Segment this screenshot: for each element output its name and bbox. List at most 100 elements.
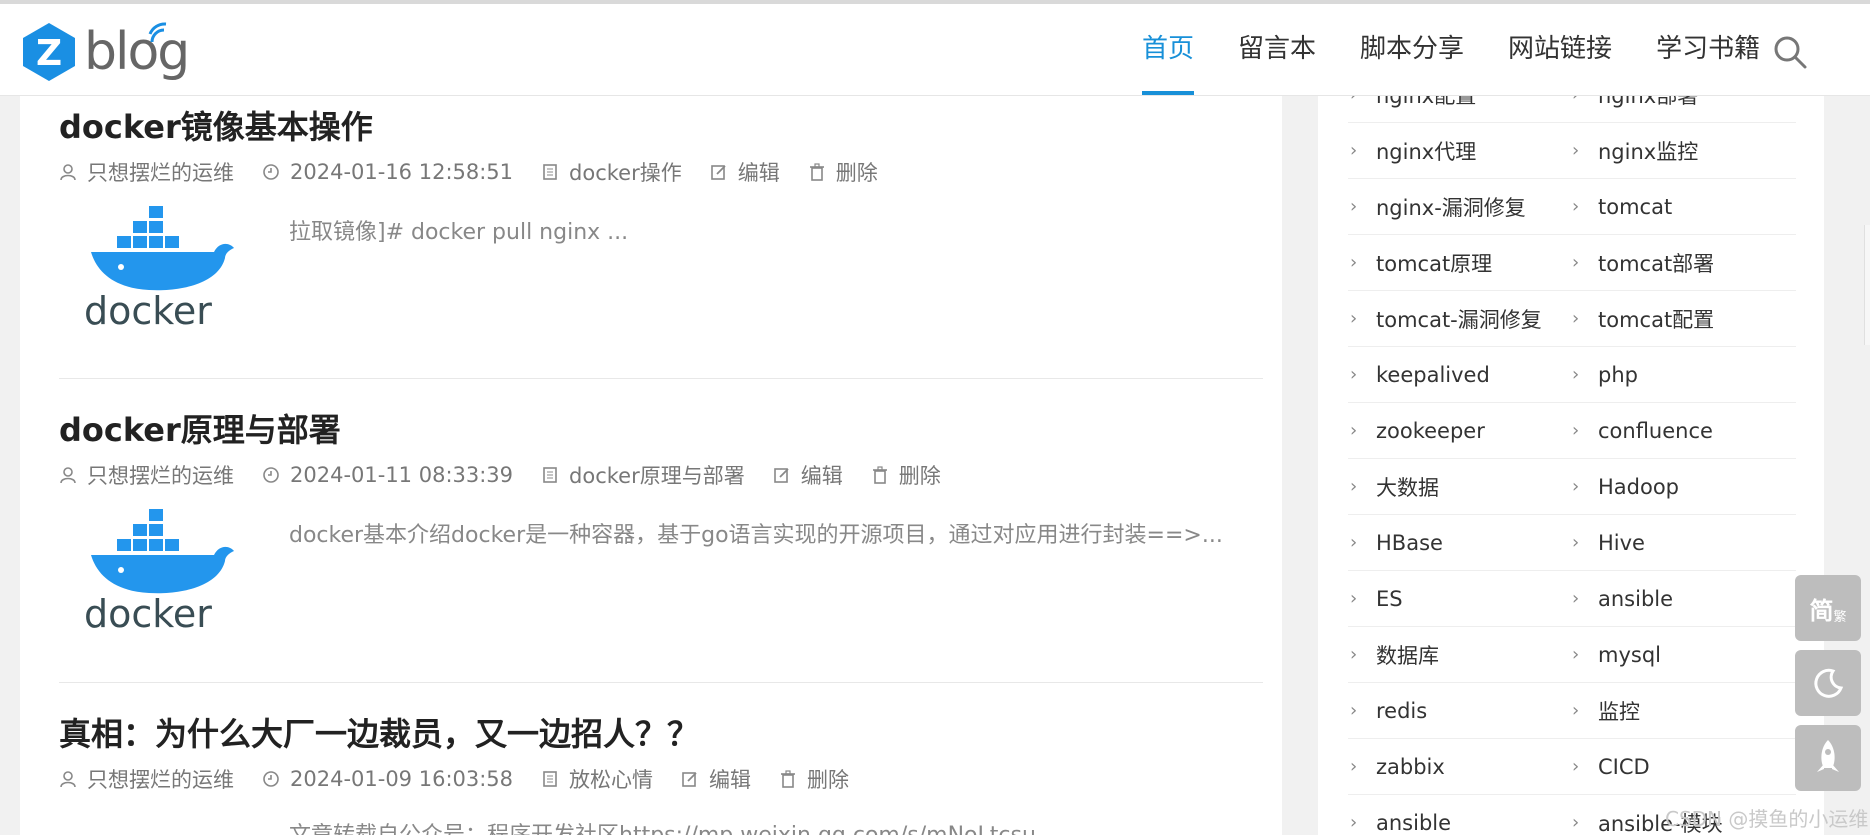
category-tag-link[interactable]: › php: [1570, 363, 1792, 387]
category-tag-link[interactable]: › tomcat配置: [1570, 304, 1792, 334]
category-tag-label: Hadoop: [1598, 474, 1680, 499]
category-tag-link[interactable]: › nginx-漏洞修复: [1348, 192, 1570, 222]
chevron-right-icon: ›: [1572, 95, 1584, 105]
nav-item-links[interactable]: 网站链接: [1508, 4, 1612, 95]
chevron-right-icon: ›: [1572, 420, 1580, 441]
language-toggle-button[interactable]: 简 繁: [1795, 575, 1861, 641]
category-tag-link[interactable]: › tomcat原理: [1348, 248, 1570, 278]
edit-icon: [710, 165, 726, 180]
post-delete-button[interactable]: 删除: [779, 764, 849, 794]
category-tag-label: redis: [1376, 698, 1428, 723]
chevron-right-icon: ›: [1350, 140, 1358, 161]
post-thumbnail[interactable]: docker: [69, 202, 259, 332]
category-tag-link[interactable]: › mysql: [1570, 643, 1792, 667]
nav-item-home[interactable]: 首页: [1142, 4, 1195, 95]
site-logo[interactable]: Z blog: [20, 16, 200, 88]
chevron-right-icon: ›: [1572, 532, 1580, 553]
scrollbar-edge[interactable]: [1864, 225, 1870, 345]
category-tag-link[interactable]: › 数据库: [1348, 640, 1570, 670]
category-tag-link[interactable]: › tomcat-漏洞修复: [1348, 304, 1570, 334]
post-list: docker镜像基本操作 只想摆烂的运维 2024-01-16 12:58:51…: [20, 95, 1282, 835]
post-thumbnail[interactable]: docker: [69, 505, 259, 635]
category-tag-link[interactable]: › confluence: [1570, 419, 1792, 443]
category-tag-label: CICD: [1598, 754, 1650, 779]
post-date: 2024-01-11 08:33:39: [262, 463, 513, 487]
post-author[interactable]: 只想摆烂的运维: [59, 764, 234, 794]
category-tag-link[interactable]: › ansible: [1348, 811, 1570, 835]
clock-icon: [263, 164, 279, 180]
category-tag-link[interactable]: › 监控: [1570, 696, 1792, 726]
category-tag-link[interactable]: › nginx配置: [1348, 95, 1570, 110]
chevron-right-icon: ›: [1350, 700, 1358, 721]
chevron-right-icon: ›: [1572, 140, 1580, 161]
back-to-top-button[interactable]: [1795, 725, 1861, 791]
edit-icon: [773, 468, 789, 483]
rocket-icon: [1817, 740, 1839, 772]
chevron-right-icon: ›: [1350, 532, 1358, 553]
category-tag-link[interactable]: › Hadoop: [1570, 475, 1792, 499]
post-delete-button[interactable]: 删除: [808, 157, 878, 187]
user-icon: [60, 771, 76, 788]
category-tag-link[interactable]: › nginx代理: [1348, 136, 1570, 166]
category-tag-label: 监控: [1598, 699, 1640, 724]
category-tag-link[interactable]: › CICD: [1570, 755, 1792, 779]
chevron-right-icon: ›: [1572, 476, 1580, 497]
category-tag-label: keepalived: [1376, 362, 1490, 387]
category-tag-label: php: [1598, 362, 1638, 387]
post-edit-button[interactable]: 编辑: [681, 764, 751, 794]
post-title[interactable]: 真相：为什么大厂一边裁员，又一边招人？？: [59, 714, 1263, 754]
category-tag-label: tomcat: [1598, 194, 1673, 219]
post-meta: 只想摆烂的运维 2024-01-16 12:58:51 docker操作 编辑 …: [59, 155, 1263, 189]
language-toggle-label: 简: [1809, 596, 1834, 625]
category-tag-label: tomcat部署: [1598, 251, 1715, 276]
category-tag-label: tomcat-漏洞修复: [1376, 307, 1542, 332]
post-author[interactable]: 只想摆烂的运维: [59, 157, 234, 187]
chevron-right-icon: ›: [1572, 252, 1580, 273]
site-header: Z blog 首页 留言本 脚本分享 网站链接 学习书籍: [0, 4, 1870, 96]
sidebar-category-panel: › nginx配置 › nginx部署 › nginx代理 › nginx监控 › nginx-漏…: [1318, 95, 1824, 835]
post-edit-button[interactable]: 编辑: [773, 460, 843, 490]
post-edit-button[interactable]: 编辑: [710, 157, 780, 187]
post-item: docker原理与部署 只想摆烂的运维 2024-01-11 08:33:39 …: [59, 410, 1263, 635]
post-category[interactable]: 放松心情: [541, 764, 653, 794]
document-icon: [543, 771, 557, 787]
category-tag-link[interactable]: › tomcat: [1570, 195, 1792, 219]
category-tag-link[interactable]: › redis: [1348, 699, 1570, 723]
search-icon[interactable]: [1772, 34, 1808, 70]
category-tag-link[interactable]: › tomcat部署: [1570, 248, 1792, 278]
post-meta: 只想摆烂的运维 2024-01-11 08:33:39 docker原理与部署 …: [59, 458, 1263, 492]
nav-item-books[interactable]: 学习书籍: [1656, 4, 1760, 95]
chevron-right-icon: ›: [1350, 476, 1358, 497]
post-summary: docker基本介绍docker是一种容器，基于go语言实现的开源项目，通过对应…: [289, 523, 1223, 548]
category-tag-link[interactable]: › keepalived: [1348, 363, 1570, 387]
category-tag-link[interactable]: › zookeeper: [1348, 419, 1570, 443]
category-tag-label: tomcat原理: [1376, 251, 1493, 276]
night-mode-button[interactable]: [1795, 650, 1861, 716]
thumb-label: docker: [84, 592, 212, 635]
category-tag-link[interactable]: › ES: [1348, 587, 1570, 611]
thumb-label: docker: [84, 289, 212, 332]
nav-item-scripts[interactable]: 脚本分享: [1360, 4, 1464, 95]
category-tag-link[interactable]: › nginx部署: [1570, 95, 1792, 110]
main-nav: 首页 留言本 脚本分享 网站链接 学习书籍: [1120, 4, 1782, 95]
category-tag-link[interactable]: › nginx监控: [1570, 136, 1792, 166]
tag-row: › zookeeper › confluence: [1348, 403, 1796, 459]
chevron-right-icon: ›: [1572, 700, 1580, 721]
post-category[interactable]: docker原理与部署: [541, 460, 745, 490]
edit-icon: [682, 772, 697, 787]
post-category[interactable]: docker操作: [541, 157, 682, 187]
category-tag-link[interactable]: › 大数据: [1348, 472, 1570, 502]
post-title[interactable]: docker镜像基本操作: [59, 107, 1263, 147]
post-delete-button[interactable]: 删除: [871, 460, 941, 490]
category-tag-link[interactable]: › Hive: [1570, 531, 1792, 555]
category-tag-label: zabbix: [1376, 754, 1445, 779]
post-title[interactable]: docker原理与部署: [59, 410, 1263, 450]
category-tag-label: nginx部署: [1598, 95, 1699, 108]
post-author[interactable]: 只想摆烂的运维: [59, 460, 234, 490]
category-tag-link[interactable]: › HBase: [1348, 531, 1570, 555]
trash-icon: [872, 466, 887, 484]
tag-row: › nginx配置 › nginx部署: [1348, 95, 1796, 123]
category-tag-link[interactable]: › ansible: [1570, 587, 1792, 611]
category-tag-link[interactable]: › zabbix: [1348, 755, 1570, 779]
nav-item-guestbook[interactable]: 留言本: [1238, 4, 1316, 95]
